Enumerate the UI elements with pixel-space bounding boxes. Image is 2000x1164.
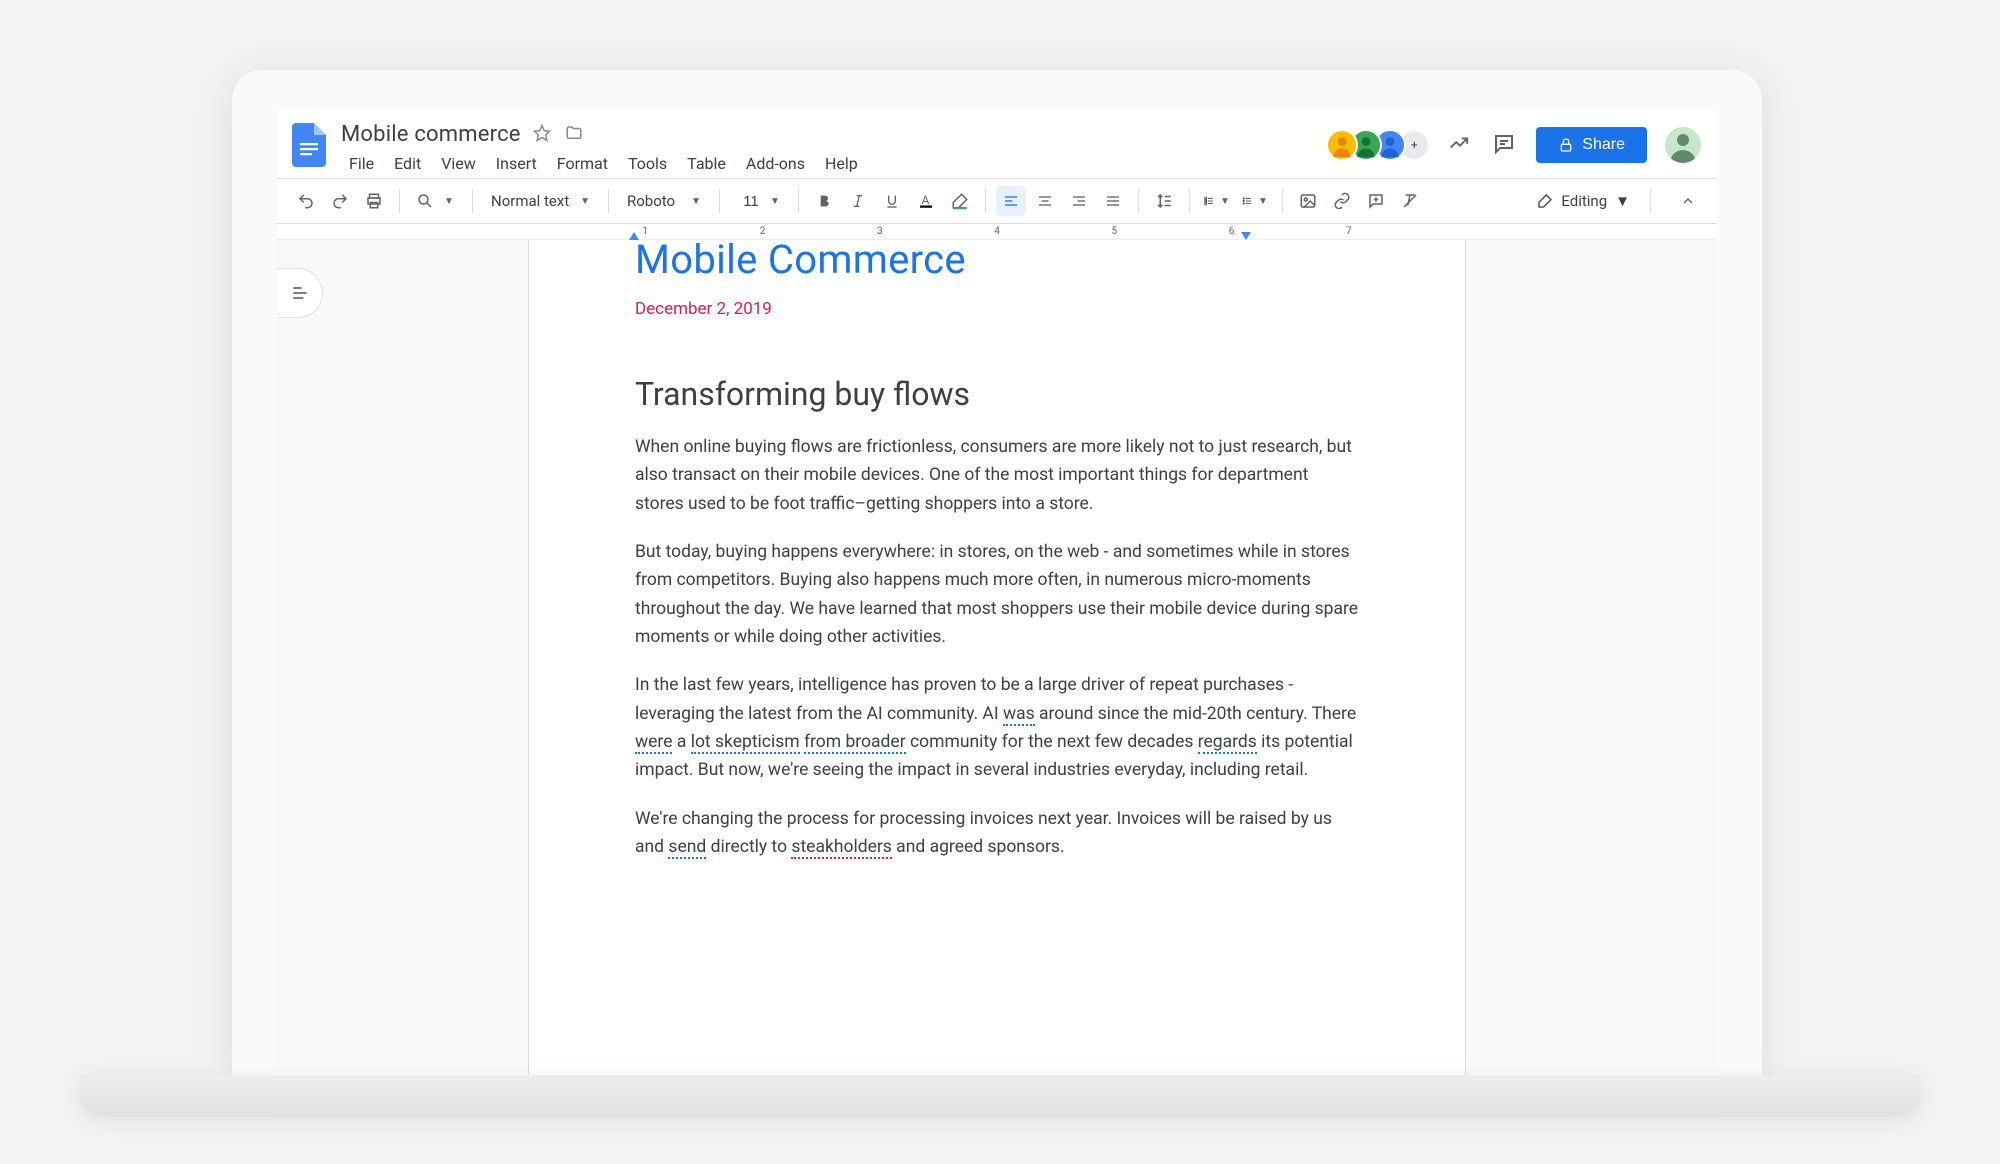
doc-paragraph[interactable]: But today, buying happens everywhere: in… <box>635 538 1359 651</box>
ruler-tick: 1 <box>642 226 648 237</box>
toolbar: ▼ Normal text▼ Roboto▼ ▼ A <box>277 178 1717 224</box>
menu-bar: File Edit View Insert Format Tools Table… <box>341 150 866 177</box>
star-icon[interactable] <box>533 124 553 144</box>
ruler[interactable]: 1 2 3 4 5 6 7 <box>277 224 1717 240</box>
laptop-base <box>80 1075 1920 1117</box>
bold-icon[interactable] <box>809 186 839 216</box>
font-family-dropdown[interactable]: Roboto▼ <box>619 186 709 216</box>
grammar-suggestion[interactable]: from broader <box>804 732 906 754</box>
account-avatar[interactable] <box>1665 127 1701 163</box>
editor-canvas: Mobile Commerce December 2, 2019 Transfo… <box>277 240 1717 1075</box>
clear-formatting-icon[interactable] <box>1395 186 1425 216</box>
checklist-icon[interactable]: ▼ <box>1200 186 1234 216</box>
document-page[interactable]: Mobile Commerce December 2, 2019 Transfo… <box>528 240 1466 1075</box>
highlight-color-icon[interactable] <box>945 186 975 216</box>
editing-mode-dropdown[interactable]: Editing ▼ <box>1529 192 1638 210</box>
title-area: Mobile commerce File Edit <box>341 120 866 177</box>
app-window: Mobile commerce File Edit <box>277 110 1717 1075</box>
paragraph-style-value: Normal text <box>491 192 569 210</box>
menu-view[interactable]: View <box>433 150 484 177</box>
grammar-suggestion[interactable]: were <box>635 732 672 754</box>
align-center-icon[interactable] <box>1030 186 1060 216</box>
ruler-tick: 4 <box>994 226 1000 237</box>
left-indent-marker[interactable] <box>629 232 639 240</box>
ruler-tick: 5 <box>1111 226 1117 237</box>
menu-format[interactable]: Format <box>549 150 616 177</box>
grammar-suggestion[interactable]: was <box>1003 704 1035 726</box>
redo-icon[interactable] <box>325 186 355 216</box>
header-right: + Share <box>1334 120 1701 170</box>
font-size-input[interactable]: ▼ <box>730 186 788 216</box>
menu-file[interactable]: File <box>341 150 382 177</box>
ruler-tick: 6 <box>1229 226 1235 237</box>
menu-tools[interactable]: Tools <box>620 150 675 177</box>
grammar-suggestion[interactable]: send <box>668 837 706 859</box>
underline-icon[interactable] <box>877 186 907 216</box>
grammar-suggestion[interactable]: lot skepticism <box>691 732 800 754</box>
menu-table[interactable]: Table <box>679 150 734 177</box>
insert-link-icon[interactable] <box>1327 186 1357 216</box>
activity-icon[interactable] <box>1448 132 1474 158</box>
ruler-tick: 2 <box>760 226 766 237</box>
collaborator-avatars[interactable]: + <box>1334 129 1430 161</box>
ruler-tick: 3 <box>877 226 883 237</box>
menu-insert[interactable]: Insert <box>488 150 545 177</box>
doc-date[interactable]: December 2, 2019 <box>635 299 1359 319</box>
align-right-icon[interactable] <box>1064 186 1094 216</box>
doc-heading[interactable]: Mobile Commerce <box>635 240 1359 283</box>
app-header: Mobile commerce File Edit <box>277 110 1717 178</box>
text-color-icon[interactable]: A <box>911 186 941 216</box>
align-justify-icon[interactable] <box>1098 186 1128 216</box>
doc-paragraph[interactable]: When online buying flows are frictionles… <box>635 433 1359 518</box>
grammar-suggestion[interactable]: regards <box>1198 732 1257 754</box>
avatar[interactable] <box>1326 129 1358 161</box>
comments-icon[interactable] <box>1492 132 1518 158</box>
document-title[interactable]: Mobile commerce <box>341 122 521 147</box>
menu-edit[interactable]: Edit <box>386 150 429 177</box>
paragraph-style-dropdown[interactable]: Normal text▼ <box>483 186 598 216</box>
doc-paragraph[interactable]: In the last few years, intelligence has … <box>635 671 1359 784</box>
menu-addons[interactable]: Add-ons <box>738 150 813 177</box>
insert-comment-icon[interactable] <box>1361 186 1391 216</box>
doc-paragraph[interactable]: We're changing the process for processin… <box>635 805 1359 862</box>
spelling-error[interactable]: steakholders <box>791 837 891 859</box>
ruler-tick: 7 <box>1346 226 1352 237</box>
svg-text:A: A <box>921 193 929 207</box>
laptop-frame: Mobile commerce File Edit <box>232 70 1762 1075</box>
italic-icon[interactable] <box>843 186 873 216</box>
share-label: Share <box>1582 136 1625 154</box>
bulleted-list-icon[interactable]: ▼ <box>1238 186 1272 216</box>
doc-subheading[interactable]: Transforming buy flows <box>635 375 1359 413</box>
line-spacing-icon[interactable] <box>1149 186 1179 216</box>
collapse-toolbar-icon[interactable] <box>1673 186 1703 216</box>
align-left-icon[interactable] <box>996 186 1026 216</box>
outline-toggle-icon[interactable] <box>277 268 323 318</box>
font-size-field[interactable] <box>738 193 764 210</box>
zoom-dropdown-icon[interactable]: ▼ <box>444 186 462 216</box>
insert-image-icon[interactable] <box>1293 186 1323 216</box>
font-family-value: Roboto <box>627 192 675 210</box>
print-icon[interactable] <box>359 186 389 216</box>
zoom-icon[interactable] <box>410 186 440 216</box>
move-folder-icon[interactable] <box>565 124 585 144</box>
menu-help[interactable]: Help <box>817 150 866 177</box>
right-indent-marker[interactable] <box>1241 232 1251 240</box>
docs-logo-icon[interactable] <box>289 120 329 170</box>
undo-icon[interactable] <box>291 186 321 216</box>
share-button[interactable]: Share <box>1536 127 1647 163</box>
editing-mode-label: Editing <box>1561 192 1607 210</box>
